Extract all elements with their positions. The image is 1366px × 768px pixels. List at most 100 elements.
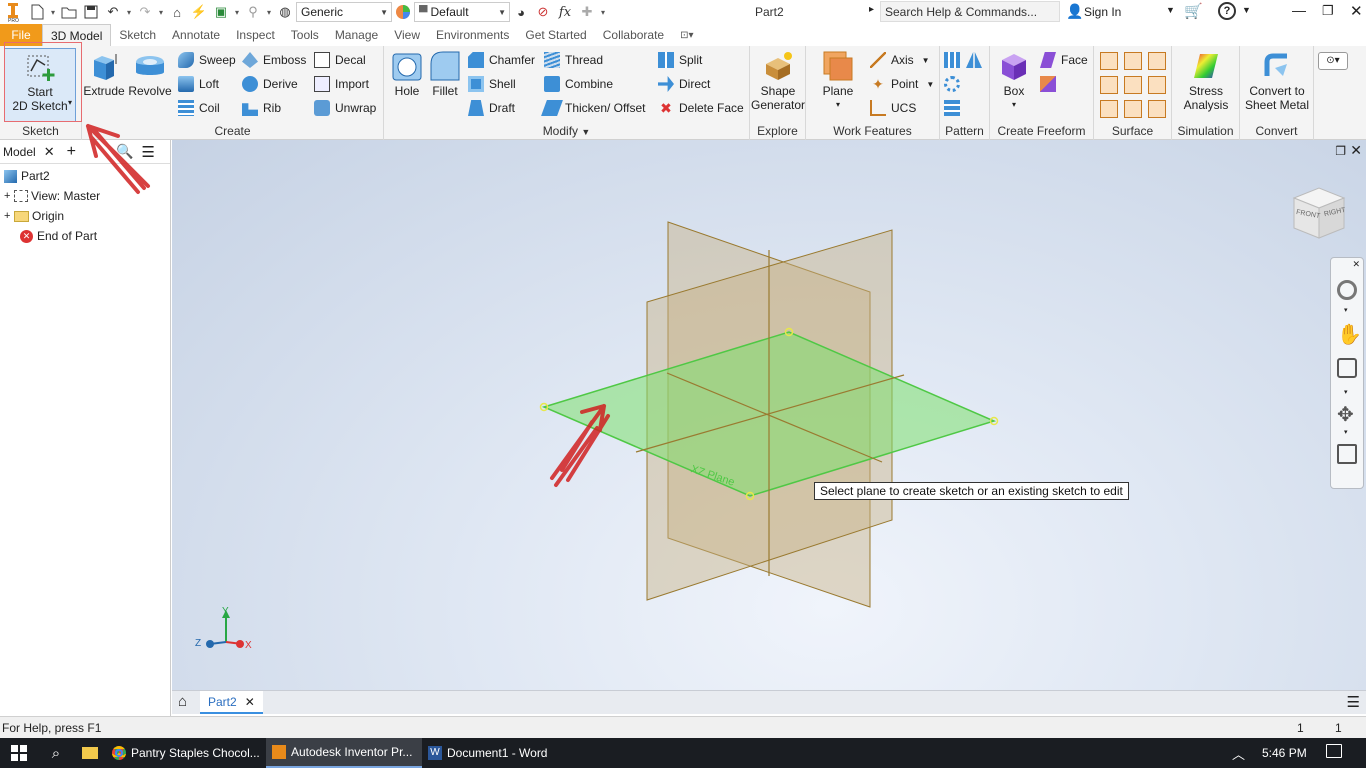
look-at-icon[interactable] bbox=[1337, 444, 1357, 464]
open-folder-icon[interactable] bbox=[58, 0, 80, 24]
home-tab-icon[interactable]: ⌂ bbox=[178, 693, 187, 710]
tree-item-end-of-part[interactable]: ✕ End of Part bbox=[0, 226, 97, 246]
direct-button[interactable]: Direct bbox=[658, 74, 710, 94]
home-icon[interactable]: ⌂ bbox=[166, 0, 188, 24]
tab-environments[interactable]: Environments bbox=[428, 24, 517, 46]
view-cube[interactable]: FRONT RIGHT bbox=[1290, 184, 1348, 242]
repair-icon[interactable] bbox=[1148, 100, 1166, 118]
graphics-viewport[interactable]: XZ Plane ❐ ✕ FRONT RIGHT Y X Z bbox=[172, 140, 1366, 690]
shape-generator-button[interactable]: Shape Generator bbox=[751, 50, 805, 112]
tab-sketch[interactable]: Sketch bbox=[111, 24, 164, 46]
shell-button[interactable]: Shell bbox=[468, 74, 516, 94]
unwrap-button[interactable]: Unwrap bbox=[314, 98, 376, 118]
thicken-button[interactable]: Thicken/ Offset bbox=[541, 98, 645, 118]
start-button[interactable] bbox=[0, 738, 38, 768]
orbit-icon[interactable]: ✥ bbox=[1337, 402, 1354, 427]
select-dropdown-icon[interactable]: ▾ bbox=[232, 0, 242, 24]
tree-item-part[interactable]: Part2 bbox=[0, 166, 50, 186]
pan-icon[interactable]: ✋ bbox=[1337, 322, 1362, 347]
browser-tab-model[interactable]: Model bbox=[3, 145, 36, 159]
adjust-icon[interactable]: ◕ bbox=[510, 0, 532, 24]
tray-chevron-icon[interactable]: ︿ bbox=[1232, 744, 1245, 763]
orbit-dropdown-icon[interactable]: ▾ bbox=[1344, 428, 1348, 436]
help-dropdown-icon[interactable]: ▼ bbox=[1242, 5, 1251, 15]
color-override-icon[interactable]: ⚲ bbox=[242, 0, 264, 24]
taskbar-inventor[interactable]: Autodesk Inventor Pr... bbox=[266, 738, 422, 768]
doc-tab-part2[interactable]: Part2 ✕ bbox=[200, 691, 263, 714]
appearance-icon[interactable]: ◍ bbox=[274, 0, 296, 24]
tab-tools[interactable]: Tools bbox=[283, 24, 327, 46]
stress-analysis-button[interactable]: Stress Analysis bbox=[1174, 50, 1238, 112]
derive-button[interactable]: Derive bbox=[242, 74, 298, 94]
cart-icon[interactable]: 🛒 bbox=[1184, 2, 1203, 20]
axis-button[interactable]: Axis ▼ bbox=[870, 50, 930, 70]
expand-icon[interactable]: + bbox=[4, 190, 14, 202]
mirror-button[interactable] bbox=[966, 50, 987, 70]
new-dropdown-icon[interactable]: ▾ bbox=[48, 0, 58, 24]
split-button[interactable]: Split bbox=[658, 50, 702, 70]
combine-button[interactable]: Combine bbox=[544, 74, 613, 94]
modify-panel-title[interactable]: Modify ▼ bbox=[384, 124, 749, 138]
window-restore-icon[interactable]: ❐ bbox=[1335, 144, 1346, 158]
navbar-close-icon[interactable]: ✕ bbox=[1352, 259, 1360, 270]
plane-button[interactable]: Plane ▾ bbox=[812, 50, 864, 112]
doc-tabs-menu-icon[interactable]: ☰ bbox=[1347, 693, 1360, 711]
replace-face-icon[interactable] bbox=[1124, 100, 1142, 118]
file-explorer-icon[interactable] bbox=[74, 738, 106, 768]
delete-surface-icon[interactable] bbox=[1124, 76, 1142, 94]
sign-in-button[interactable]: Sign In bbox=[1084, 5, 1121, 19]
undo-dropdown-icon[interactable]: ▾ bbox=[124, 0, 134, 24]
rib-button[interactable]: Rib bbox=[242, 98, 281, 118]
zoom-icon[interactable] bbox=[1337, 358, 1357, 378]
close-icon[interactable]: ✕ bbox=[1350, 2, 1363, 20]
restore-icon[interactable]: ❐ bbox=[1322, 3, 1334, 19]
delete-face-button[interactable]: ✖ Delete Face bbox=[658, 98, 744, 118]
thread-button[interactable]: Thread bbox=[544, 50, 603, 70]
convert-freeform-button[interactable] bbox=[1040, 74, 1061, 94]
draft-button[interactable]: Draft bbox=[468, 98, 515, 118]
redo-dropdown-icon[interactable]: ▾ bbox=[156, 0, 166, 24]
help-icon[interactable]: ? bbox=[1218, 2, 1236, 20]
expand-icon[interactable]: + bbox=[4, 210, 14, 222]
ucs-button[interactable]: UCS bbox=[870, 98, 916, 118]
stitch-icon[interactable] bbox=[1100, 52, 1118, 70]
point-button[interactable]: ✦ Point ▼ bbox=[870, 74, 934, 94]
tab-inspect[interactable]: Inspect bbox=[228, 24, 283, 46]
appearance-combo[interactable]: Generic ▼ bbox=[296, 2, 392, 22]
chamfer-button[interactable]: Chamfer bbox=[468, 50, 535, 70]
browser-add-icon[interactable]: + bbox=[67, 143, 76, 161]
taskbar-clock[interactable]: 5:46 PM bbox=[1262, 746, 1307, 760]
color-wheel-icon[interactable] bbox=[392, 0, 414, 24]
sign-in-dropdown-icon[interactable]: ▼ bbox=[1166, 5, 1175, 15]
hole-button[interactable]: Hole bbox=[388, 50, 426, 98]
loft-button[interactable]: Loft bbox=[178, 74, 219, 94]
add-icon[interactable]: ✚ bbox=[576, 0, 598, 24]
zoom-dropdown-icon[interactable]: ▾ bbox=[1344, 388, 1348, 396]
notification-icon[interactable] bbox=[1326, 744, 1342, 758]
inventor-logo-icon[interactable]: PRO bbox=[0, 0, 26, 24]
decal-button[interactable]: Decal bbox=[314, 50, 366, 70]
undo-icon[interactable]: ↶ bbox=[102, 0, 124, 24]
taskbar-search-icon[interactable]: ⌕ bbox=[38, 738, 74, 768]
face-button[interactable]: Face bbox=[1040, 50, 1088, 70]
taskbar-chrome[interactable]: Pantry Staples Chocol... bbox=[106, 738, 266, 768]
extrude-button[interactable]: Extrude bbox=[83, 50, 125, 98]
circular-pattern-button[interactable] bbox=[944, 74, 965, 94]
update-icon[interactable]: ⚡ bbox=[188, 0, 210, 24]
viewport-close-icon[interactable]: ✕ bbox=[1350, 142, 1362, 159]
ribbon-display-options-icon[interactable]: ⊙▾ bbox=[1318, 52, 1348, 70]
material-combo[interactable]: ▀ Default ▼ bbox=[414, 2, 510, 22]
tab-manage[interactable]: Manage bbox=[327, 24, 386, 46]
sweep-button[interactable]: Sweep bbox=[178, 50, 236, 70]
revolve-button[interactable]: Revolve bbox=[128, 50, 172, 98]
extend-icon[interactable] bbox=[1148, 76, 1166, 94]
color-dropdown-icon[interactable]: ▾ bbox=[264, 0, 274, 24]
tree-item-origin[interactable]: + Origin bbox=[0, 206, 64, 226]
emboss-button[interactable]: Emboss bbox=[242, 50, 306, 70]
parameters-icon[interactable]: fx bbox=[554, 0, 576, 24]
search-expand-icon[interactable]: ▸ bbox=[869, 4, 874, 15]
tab-collaborate[interactable]: Collaborate bbox=[595, 24, 672, 46]
search-input[interactable]: Search Help & Commands... bbox=[880, 1, 1060, 22]
minimize-icon[interactable]: — bbox=[1292, 2, 1306, 18]
tab-view[interactable]: View bbox=[386, 24, 428, 46]
